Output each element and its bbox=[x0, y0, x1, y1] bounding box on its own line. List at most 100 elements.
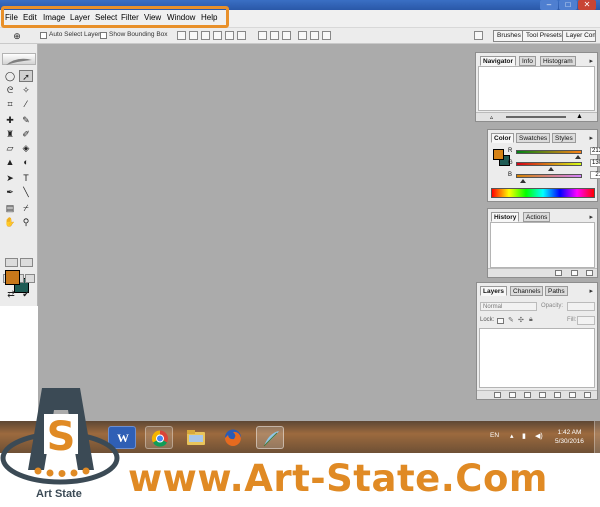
bounding-box-checkbox[interactable] bbox=[100, 32, 107, 39]
brush-tool-icon[interactable]: ✎ bbox=[19, 114, 33, 126]
align-right-icon[interactable] bbox=[237, 31, 246, 40]
blend-mode-select[interactable]: Normal bbox=[480, 302, 537, 311]
red-slider-knob[interactable] bbox=[575, 155, 581, 159]
panel-menu-icon[interactable]: ▸ bbox=[589, 134, 593, 142]
language-indicator[interactable]: EN bbox=[490, 432, 499, 439]
layer-set-icon[interactable] bbox=[539, 392, 546, 398]
photoshop-taskbar-button[interactable] bbox=[256, 426, 284, 449]
lock-move-icon[interactable]: ✣ bbox=[518, 316, 524, 324]
imageready-icon[interactable]: ✔ bbox=[19, 288, 33, 300]
trash-icon[interactable] bbox=[586, 270, 593, 276]
red-value-field[interactable]: 213 bbox=[590, 147, 600, 155]
line-tool-icon[interactable]: ╲ bbox=[19, 186, 33, 198]
slice-tool-icon[interactable]: ⁄ bbox=[19, 98, 33, 110]
marquee-tool-icon[interactable]: ◯ bbox=[3, 70, 17, 82]
paint-bucket-icon[interactable]: ◈ bbox=[19, 142, 33, 154]
path-select-icon[interactable]: ➤ bbox=[3, 172, 17, 184]
toolbox-header[interactable] bbox=[2, 53, 36, 65]
lasso-tool-icon[interactable]: ᘓ bbox=[3, 84, 17, 96]
distribute-bottom-icon[interactable] bbox=[282, 31, 291, 40]
clone-stamp-icon[interactable]: ♜ bbox=[3, 128, 17, 140]
layers-list[interactable] bbox=[479, 328, 595, 388]
imageready-jump-icon[interactable]: ⇄ bbox=[4, 288, 18, 300]
fill-field[interactable] bbox=[577, 316, 595, 325]
navigator-preview[interactable] bbox=[478, 66, 595, 111]
panel-menu-icon[interactable]: ▸ bbox=[589, 287, 593, 295]
lock-brush-icon[interactable]: ✎ bbox=[508, 316, 514, 324]
screen-mode-3-button[interactable] bbox=[25, 274, 35, 283]
network-icon[interactable]: ▮ bbox=[522, 432, 526, 440]
panel-menu-icon[interactable]: ▸ bbox=[589, 213, 593, 221]
tab-paths[interactable]: Paths bbox=[545, 286, 568, 296]
zoom-in-icon[interactable]: ▲ bbox=[576, 113, 583, 120]
volume-icon[interactable]: ◀) bbox=[535, 432, 543, 440]
crop-tool-icon[interactable]: ⌗ bbox=[3, 98, 17, 110]
notes-tool-icon[interactable]: ▤ bbox=[3, 202, 17, 214]
layer-mask-icon[interactable] bbox=[524, 392, 531, 398]
layer-style-icon[interactable] bbox=[509, 392, 516, 398]
history-list[interactable] bbox=[490, 222, 595, 268]
color-panel-fg-swatch[interactable] bbox=[493, 149, 504, 160]
distribute-left-icon[interactable] bbox=[298, 31, 307, 40]
hand-tool-icon[interactable]: ✋ bbox=[3, 216, 17, 228]
eyedropper-icon[interactable]: ⌿ bbox=[19, 202, 33, 214]
distribute-center-icon[interactable] bbox=[310, 31, 319, 40]
blue-value-field[interactable]: 21 bbox=[590, 171, 600, 179]
tab-navigator[interactable]: Navigator bbox=[480, 56, 516, 66]
tab-channels[interactable]: Channels bbox=[510, 286, 544, 296]
new-document-icon[interactable] bbox=[555, 270, 562, 276]
history-brush-icon[interactable]: ✐ bbox=[19, 128, 33, 140]
panel-menu-icon[interactable]: ▸ bbox=[589, 57, 593, 65]
tab-layers[interactable]: Layers bbox=[480, 286, 507, 296]
layer-link-icon[interactable] bbox=[494, 392, 501, 398]
tab-histogram[interactable]: Histogram bbox=[540, 56, 576, 66]
tab-history[interactable]: History bbox=[491, 212, 520, 222]
blue-slider-knob[interactable] bbox=[520, 179, 526, 183]
maximize-icon[interactable]: □ bbox=[559, 0, 577, 10]
lock-all-icon[interactable]: 🔒︎ bbox=[529, 316, 533, 324]
quick-mask-button[interactable] bbox=[20, 258, 33, 267]
distribute-top-icon[interactable] bbox=[258, 31, 267, 40]
align-left-icon[interactable] bbox=[213, 31, 222, 40]
tab-styles[interactable]: Styles bbox=[552, 133, 576, 143]
zoom-out-icon[interactable]: ▵ bbox=[490, 114, 493, 121]
align-middle-icon[interactable] bbox=[189, 31, 198, 40]
system-clock[interactable]: 1:42 AM 5/30/2016 bbox=[555, 428, 584, 446]
zoom-slider[interactable] bbox=[506, 116, 566, 118]
tab-actions[interactable]: Actions bbox=[523, 212, 551, 222]
blur-tool-icon[interactable]: ▲ bbox=[3, 156, 17, 168]
green-value-field[interactable]: 130 bbox=[590, 159, 600, 167]
auto-select-checkbox[interactable] bbox=[40, 32, 47, 39]
lock-transparency-icon[interactable] bbox=[497, 318, 504, 324]
explorer-taskbar-button[interactable] bbox=[182, 426, 210, 449]
eraser-tool-icon[interactable]: ▱ bbox=[3, 142, 17, 154]
dodge-tool-icon[interactable]: ◐ bbox=[19, 156, 33, 168]
standard-mode-button[interactable] bbox=[5, 258, 18, 267]
tab-info[interactable]: Info bbox=[519, 56, 536, 66]
distribute-middle-icon[interactable] bbox=[270, 31, 279, 40]
healing-brush-icon[interactable]: ✚ bbox=[3, 114, 17, 126]
green-slider-knob[interactable] bbox=[548, 167, 554, 171]
distribute-right-icon[interactable] bbox=[322, 31, 331, 40]
adjustment-layer-icon[interactable] bbox=[554, 392, 561, 398]
tab-tool-presets[interactable]: Tool Presets bbox=[522, 30, 566, 42]
tab-swatches[interactable]: Swatches bbox=[516, 133, 551, 143]
move-tool-preset-icon[interactable]: ⊕ bbox=[10, 30, 24, 42]
foreground-color-swatch[interactable] bbox=[5, 270, 20, 285]
close-icon[interactable]: ✕ bbox=[578, 0, 596, 10]
tab-layer-comps[interactable]: Layer Comps bbox=[562, 30, 596, 42]
show-desktop-button[interactable] bbox=[594, 421, 600, 453]
type-tool-icon[interactable]: T bbox=[19, 172, 33, 184]
chrome-taskbar-button[interactable] bbox=[145, 426, 173, 449]
move-tool-icon[interactable]: ➚ bbox=[19, 70, 33, 82]
new-layer-icon[interactable] bbox=[569, 392, 576, 398]
color-spectrum-bar[interactable] bbox=[491, 188, 595, 198]
red-slider-track[interactable] bbox=[516, 150, 582, 154]
minimize-icon[interactable]: – bbox=[540, 0, 558, 10]
align-bottom-icon[interactable] bbox=[201, 31, 210, 40]
firefox-taskbar-button[interactable] bbox=[219, 426, 247, 449]
delete-layer-icon[interactable] bbox=[584, 392, 591, 398]
new-snapshot-icon[interactable] bbox=[571, 270, 578, 276]
align-top-icon[interactable] bbox=[177, 31, 186, 40]
pen-tool-icon[interactable]: ✒ bbox=[3, 186, 17, 198]
